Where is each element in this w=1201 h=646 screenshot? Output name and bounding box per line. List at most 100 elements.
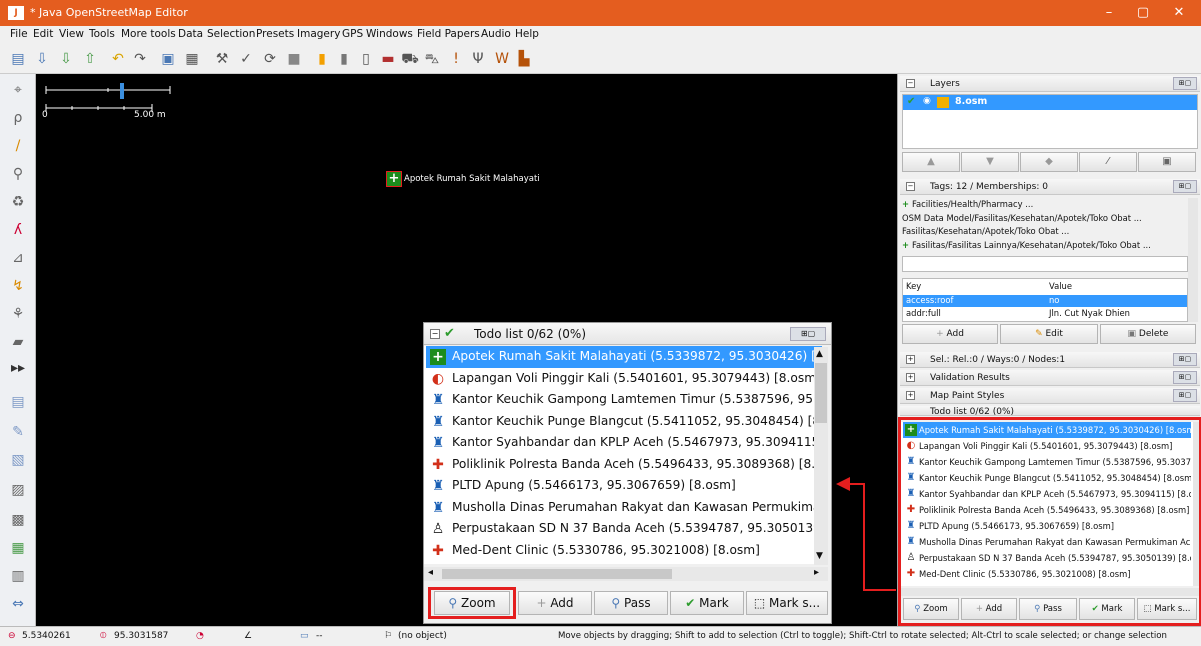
- menu-data[interactable]: Data: [178, 28, 203, 40]
- todo-item[interactable]: ✚ Med-Dent Clinic (5.5330786, 95.3021008)…: [903, 566, 1191, 582]
- tags-panel-header[interactable]: − Tags: 12 / Memberships: 0 ⊞▢: [900, 179, 1200, 195]
- download-icon[interactable]: ⇩: [56, 49, 76, 69]
- validation-panel-header[interactable]: + Validation Results ⊞▢: [900, 370, 1200, 386]
- scroll-left-icon[interactable]: ◂: [428, 567, 433, 578]
- zoom-tool-icon[interactable]: ⚲: [8, 164, 28, 184]
- industrial-icon[interactable]: ▙: [514, 49, 534, 69]
- tag-row[interactable]: access:roof no: [903, 295, 1187, 307]
- todo-item[interactable]: ✚ Poliklinik Polresta Banda Aceh (5.54964…: [426, 454, 822, 476]
- todo-small-panel-header[interactable]: Todo list 0/62 (0%): [900, 406, 1200, 416]
- mapillary-icon[interactable]: ⚘: [8, 304, 28, 324]
- todo-item[interactable]: ✚ Med-Dent Clinic (5.5330786, 95.3021008)…: [426, 540, 822, 562]
- todo-item[interactable]: ♜ Musholla Dinas Perumahan Rakyat dan Kaw…: [426, 497, 822, 519]
- improve-way-icon[interactable]: ʎ: [8, 220, 28, 240]
- toggle-history-icon[interactable]: ▥: [8, 566, 28, 586]
- lasso-tool-icon[interactable]: ρ: [8, 108, 28, 128]
- menu-edit[interactable]: Edit: [33, 28, 53, 40]
- expand-icon[interactable]: +: [906, 355, 915, 364]
- toggle-tags-icon[interactable]: ✎: [8, 422, 28, 442]
- zoom-button[interactable]: ⚲ Zoom: [434, 591, 510, 615]
- preset-link[interactable]: + Facilities/Health/Pharmacy ...: [902, 198, 1198, 212]
- expand-icon[interactable]: +: [906, 373, 915, 382]
- hscroll-thumb[interactable]: [442, 569, 672, 579]
- toggle-selection-icon[interactable]: ▧: [8, 450, 28, 470]
- todo-hscrollbar[interactable]: ◂ ▸: [424, 567, 828, 581]
- move-up-icon[interactable]: ▲: [902, 152, 960, 172]
- mark-selected-button-small[interactable]: ⬚ Mark s...: [1137, 598, 1197, 620]
- add-tag-button[interactable]: + Add: [902, 324, 998, 344]
- scroll-up-icon[interactable]: ▲: [816, 349, 823, 359]
- todo-small-hscrollbar[interactable]: [901, 588, 1199, 596]
- menu-view[interactable]: View: [59, 28, 84, 40]
- panel-controls-icon[interactable]: ⊞▢: [1173, 371, 1197, 384]
- todo-item[interactable]: ✚ Poliklinik Polresta Banda Aceh (5.54964…: [903, 502, 1191, 518]
- pass-button-small[interactable]: ⚲ Pass: [1019, 598, 1077, 620]
- collapse-icon[interactable]: −: [906, 79, 915, 88]
- car-icon[interactable]: ⛟: [400, 49, 420, 69]
- preset-icon-3[interactable]: ▯: [356, 49, 376, 69]
- key-column-header[interactable]: Key: [906, 281, 921, 291]
- redo-icon[interactable]: ↷: [130, 49, 150, 69]
- select-all-icon[interactable]: ▦: [182, 49, 202, 69]
- preset-link[interactable]: + Fasilitas/Fasilitas Lainnya/Kesehatan/…: [902, 239, 1198, 253]
- scroll-right-icon[interactable]: ▸: [814, 567, 819, 578]
- building-tool-icon[interactable]: ▰: [8, 332, 28, 352]
- pass-button[interactable]: ⚲ Pass: [594, 591, 668, 615]
- landuse-icon[interactable]: W: [492, 49, 512, 69]
- selection-panel-header[interactable]: + Sel.: Rel.:0 / Ways:0 / Nodes:1 ⊞▢: [900, 352, 1200, 368]
- preset-icon-1[interactable]: ▮: [312, 49, 332, 69]
- toggle-relations-icon[interactable]: ▨: [8, 480, 28, 500]
- minimize-button[interactable]: –: [1092, 0, 1126, 26]
- undo-icon[interactable]: ↶: [108, 49, 128, 69]
- mark-selected-button[interactable]: ⬚ Mark s...: [746, 591, 828, 615]
- toggle-conflict-icon[interactable]: ▩: [8, 510, 28, 530]
- panel-controls-icon[interactable]: ⊞▢: [1173, 389, 1197, 402]
- edit-tag-button[interactable]: ✎ Edit: [1000, 324, 1098, 344]
- collapse-icon[interactable]: −: [906, 182, 915, 191]
- value-column-header[interactable]: Value: [1049, 281, 1072, 291]
- add-button-small[interactable]: + Add: [961, 598, 1017, 620]
- menu-selection[interactable]: Selection: [207, 28, 255, 40]
- select-tool-icon[interactable]: ⌖: [8, 80, 28, 100]
- expand-icon[interactable]: +: [906, 391, 915, 400]
- toggle-layers-icon[interactable]: ▤: [8, 392, 28, 412]
- tags-scrollbar[interactable]: [1188, 198, 1198, 322]
- tags-filter-field[interactable]: [902, 256, 1188, 272]
- preset-link[interactable]: OSM Data Model/Fasilitas/Kesehatan/Apote…: [902, 212, 1198, 226]
- delete-tag-button[interactable]: ▣ Delete: [1100, 324, 1196, 344]
- layers-panel-header[interactable]: − Layers ⊞▢: [900, 76, 1200, 92]
- todo-item[interactable]: ♜ Kantor Keuchik Gampong Lamtemen Timur (…: [426, 389, 822, 411]
- panel-controls-icon[interactable]: ⊞▢: [1173, 77, 1197, 90]
- menu-presets[interactable]: Presets: [256, 28, 294, 40]
- merge-icon[interactable]: ◆: [1020, 152, 1078, 172]
- todo-item[interactable]: + Apotek Rumah Sakit Malahayati (5.533987…: [903, 422, 1191, 438]
- menu-tools[interactable]: Tools: [89, 28, 115, 40]
- preferences-icon[interactable]: ▣: [158, 49, 178, 69]
- todo-item[interactable]: ♜ Musholla Dinas Perumahan Rakyat dan Kaw…: [903, 534, 1191, 550]
- close-button[interactable]: ✕: [1162, 0, 1196, 26]
- todo-item[interactable]: + Apotek Rumah Sakit Malahayati (5.533987…: [426, 346, 822, 368]
- todo-item[interactable]: ♜ PLTD Apung (5.5466173, 95.3067659) [8.o…: [903, 518, 1191, 534]
- simplify-icon[interactable]: ✓: [236, 49, 256, 69]
- restaurant-icon[interactable]: Ψ: [468, 49, 488, 69]
- todo-vscrollbar[interactable]: ▲ ▼: [814, 347, 828, 565]
- todo-item[interactable]: ♜ PLTD Apung (5.5466173, 95.3067659) [8.o…: [426, 475, 822, 497]
- menu-windows[interactable]: Windows: [366, 28, 413, 40]
- more-tools-icon[interactable]: ▸▸: [8, 358, 28, 378]
- menu-imagery[interactable]: Imagery: [297, 28, 340, 40]
- collapse-icon[interactable]: −: [430, 329, 440, 339]
- todo-item[interactable]: ♜ Kantor Keuchik Punge Blangcut (5.541105…: [426, 411, 822, 433]
- menu-audio[interactable]: Audio: [481, 28, 511, 40]
- scroll-down-icon[interactable]: ▼: [816, 551, 823, 561]
- todo-item[interactable]: ♜ Kantor Keuchik Gampong Lamtemen Timur (…: [903, 454, 1191, 470]
- activate-icon[interactable]: ⁄: [1079, 152, 1137, 172]
- upload-icon[interactable]: ⇧: [80, 49, 100, 69]
- todo-dialog-header[interactable]: − ✔ Todo list 0/62 (0%) ⊞▢: [424, 323, 831, 345]
- open-location-icon[interactable]: ⇩: [32, 49, 52, 69]
- todo-item[interactable]: ◐ Lapangan Voli Pinggir Kali (5.5401601, …: [903, 438, 1191, 454]
- move-down-icon[interactable]: ▼: [961, 152, 1019, 172]
- open-icon[interactable]: ▤: [8, 49, 28, 69]
- toggle-filter-icon[interactable]: ⇔: [8, 594, 28, 614]
- draw-tool-icon[interactable]: /: [8, 136, 28, 156]
- panel-controls-icon[interactable]: ⊞▢: [1173, 180, 1197, 193]
